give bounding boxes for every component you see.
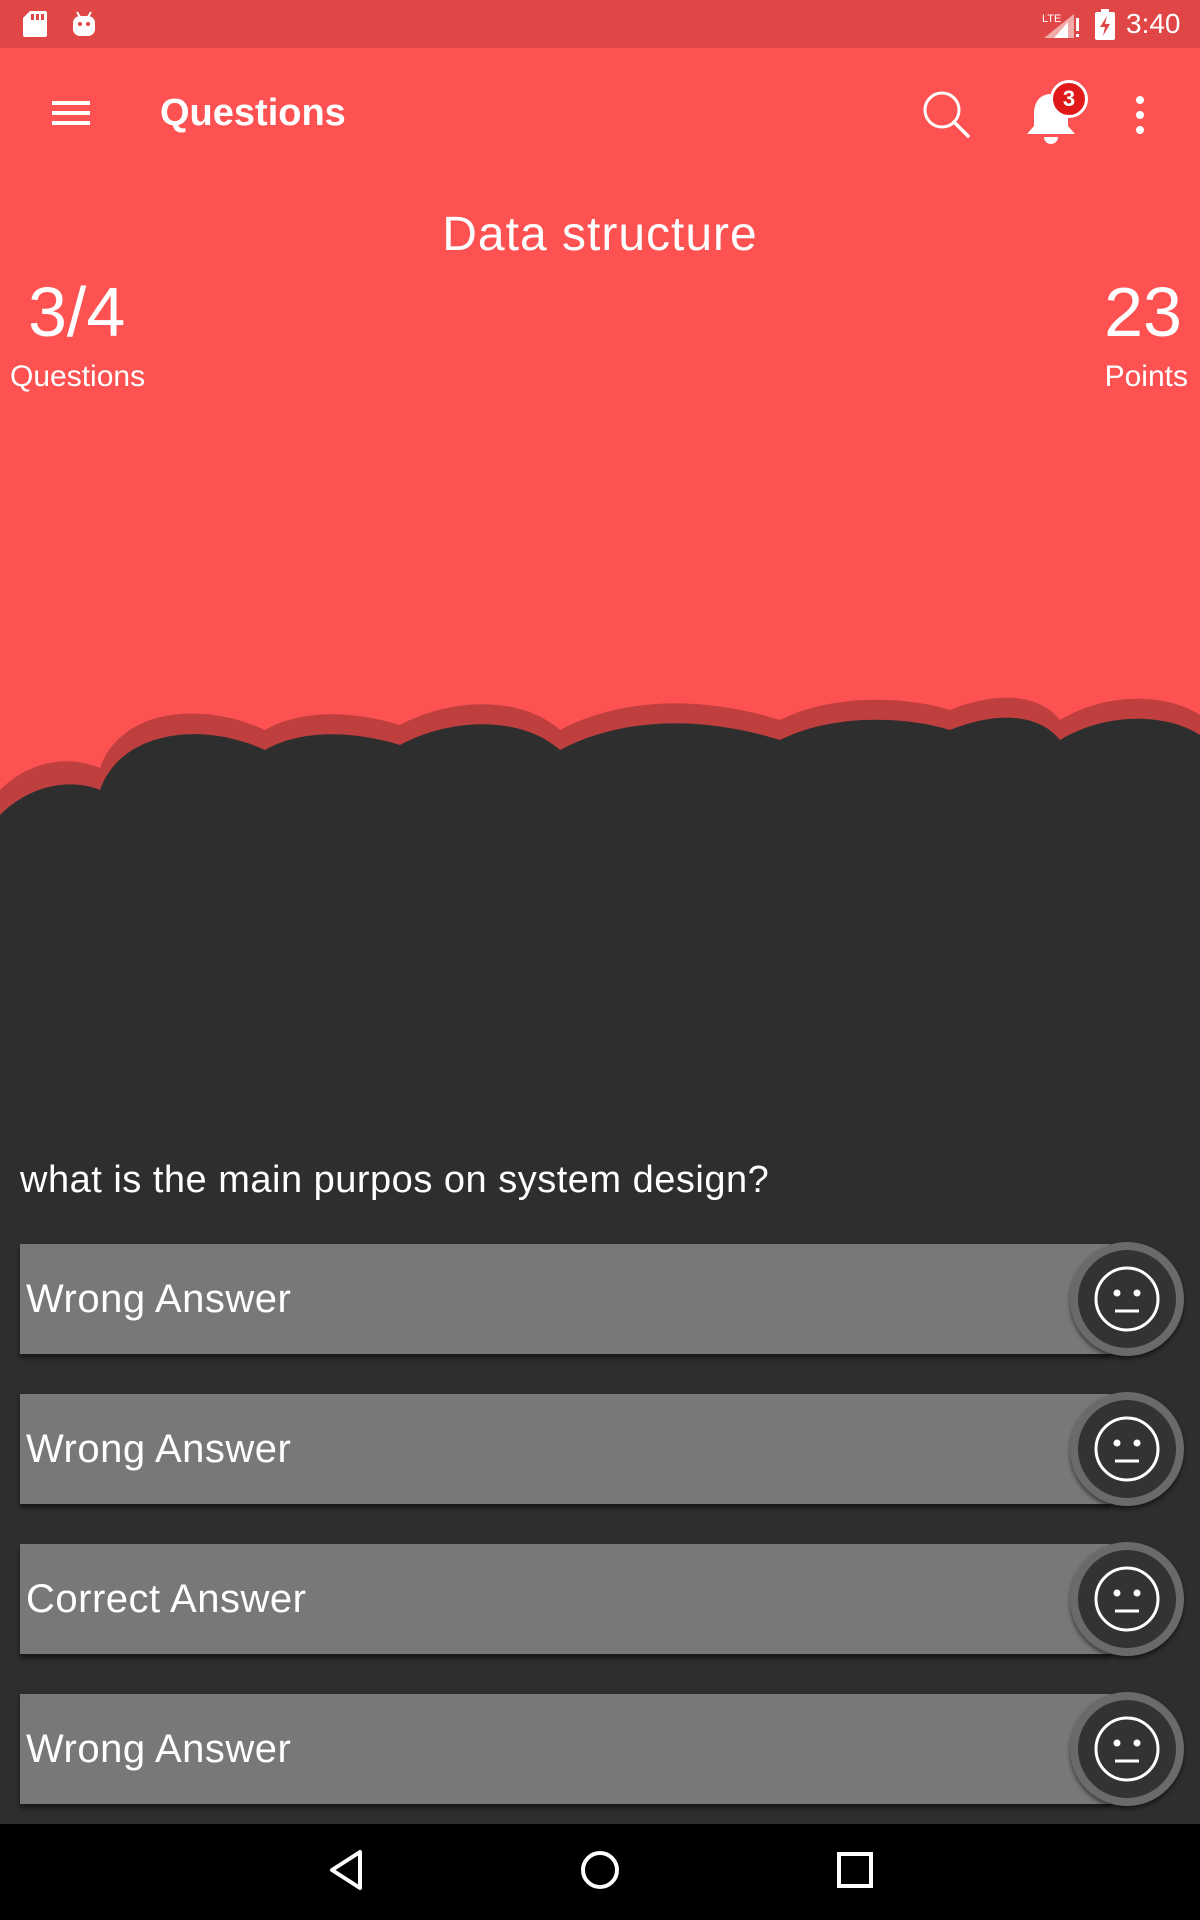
status-bar: LTE 3:40 <box>0 0 1200 48</box>
quiz-topic: Data structure <box>442 208 758 261</box>
network-type-label: LTE <box>1042 13 1061 25</box>
answer-label: Wrong Answer <box>26 1277 292 1321</box>
answer-label: Wrong Answer <box>26 1427 292 1471</box>
signal-icon: LTE <box>1042 13 1079 38</box>
home-icon[interactable] <box>578 1846 622 1894</box>
answer-status <box>1070 1542 1184 1656</box>
answer-status <box>1070 1692 1184 1806</box>
answer-option[interactable]: Wrong Answer <box>20 1242 1184 1356</box>
android-icon <box>73 11 95 36</box>
answer-option[interactable]: Wrong Answer <box>20 1392 1184 1506</box>
back-icon[interactable] <box>326 1846 366 1894</box>
points-value: 23 <box>1104 273 1182 351</box>
answer-label: Wrong Answer <box>26 1727 292 1771</box>
app-bar: Questions 3 <box>0 48 1200 178</box>
answer-option[interactable]: Correct Answer <box>20 1542 1184 1656</box>
battery-icon <box>1095 9 1115 40</box>
menu-icon[interactable] <box>50 95 94 131</box>
recent-apps-icon[interactable] <box>836 1850 874 1890</box>
neutral-face-icon <box>1094 1716 1160 1782</box>
notification-badge: 3 <box>1050 80 1088 118</box>
search-icon[interactable] <box>920 88 972 140</box>
question-text: what is the main purpos on system design… <box>20 1159 770 1201</box>
page-title: Questions <box>160 92 346 134</box>
answer-status <box>1070 1242 1184 1356</box>
neutral-face-icon <box>1094 1266 1160 1332</box>
points-label: Points <box>1104 360 1188 393</box>
answer-status <box>1070 1392 1184 1506</box>
status-time: 3:40 <box>1126 8 1181 39</box>
question-progress: 3/4 <box>28 273 126 351</box>
answer-label: Correct Answer <box>26 1577 307 1621</box>
system-nav-bar <box>0 1824 1200 1920</box>
question-progress-label: Questions <box>10 360 146 393</box>
answer-option[interactable]: Wrong Answer <box>20 1692 1184 1806</box>
neutral-face-icon <box>1094 1566 1160 1632</box>
more-vert-icon[interactable] <box>1128 90 1152 140</box>
neutral-face-icon <box>1094 1416 1160 1482</box>
cloud-divider <box>0 697 1200 950</box>
sd-card-icon <box>23 11 47 37</box>
